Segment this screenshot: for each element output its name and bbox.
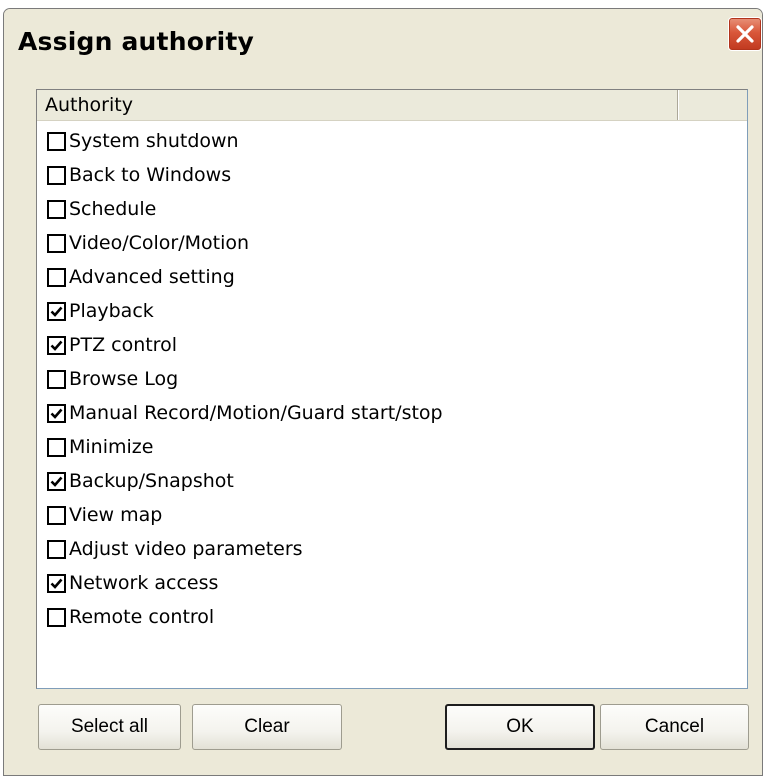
- close-button[interactable]: [728, 17, 762, 51]
- authority-checkbox[interactable]: [47, 403, 66, 423]
- checkmark-icon: [50, 578, 63, 589]
- list-item[interactable]: Video/Color/Motion: [47, 226, 747, 260]
- authority-label: Schedule: [69, 198, 157, 220]
- authority-checkbox[interactable]: [47, 539, 66, 559]
- authority-label: View map: [69, 504, 163, 526]
- list-item[interactable]: Minimize: [47, 430, 747, 464]
- authority-checkbox[interactable]: [47, 437, 66, 457]
- authority-label: Advanced setting: [69, 266, 235, 288]
- authority-label: Browse Log: [69, 368, 179, 390]
- checkmark-icon: [50, 408, 63, 419]
- checkmark-icon: [50, 306, 63, 317]
- title-bar[interactable]: Assign authority: [4, 9, 762, 69]
- authority-label: System shutdown: [69, 130, 239, 152]
- authority-checkbox[interactable]: [47, 233, 66, 253]
- list-item[interactable]: Browse Log: [47, 362, 747, 396]
- ok-button[interactable]: OK: [445, 704, 595, 750]
- authority-label: Adjust video parameters: [69, 538, 303, 560]
- authority-checkbox[interactable]: [47, 607, 66, 627]
- list-item[interactable]: Schedule: [47, 192, 747, 226]
- column-header-authority[interactable]: Authority: [37, 90, 678, 120]
- authority-checkbox[interactable]: [47, 301, 66, 321]
- cancel-button[interactable]: Cancel: [600, 704, 749, 750]
- authority-label: Video/Color/Motion: [69, 232, 250, 254]
- list-item[interactable]: System shutdown: [47, 124, 747, 158]
- list-item[interactable]: Network access: [47, 566, 747, 600]
- authority-items: System shutdown Back to Windows Schedule Vi…: [47, 124, 747, 634]
- list-item[interactable]: Playback: [47, 294, 747, 328]
- authority-label: Network access: [69, 572, 219, 594]
- authority-label: Remote control: [69, 606, 215, 628]
- column-header-extra[interactable]: [678, 90, 747, 120]
- list-item[interactable]: Remote control: [47, 600, 747, 634]
- authority-checkbox[interactable]: [47, 369, 66, 389]
- list-item[interactable]: Advanced setting: [47, 260, 747, 294]
- authority-checkbox[interactable]: [47, 573, 66, 593]
- list-item[interactable]: PTZ control: [47, 328, 747, 362]
- authority-label: Back to Windows: [69, 164, 232, 186]
- checkmark-icon: [50, 340, 63, 351]
- authority-checkbox[interactable]: [47, 199, 66, 219]
- list-header: Authority: [37, 90, 747, 121]
- assign-authority-dialog: Assign authority Authority System shutdo…: [3, 8, 763, 776]
- list-item[interactable]: Backup/Snapshot: [47, 464, 747, 498]
- authority-list[interactable]: Authority System shutdown Back to Windows…: [36, 89, 748, 689]
- dialog-title: Assign authority: [18, 27, 255, 56]
- list-item[interactable]: View map: [47, 498, 747, 532]
- list-item[interactable]: Back to Windows: [47, 158, 747, 192]
- clear-button[interactable]: Clear: [192, 704, 342, 750]
- authority-checkbox[interactable]: [47, 165, 66, 185]
- list-item[interactable]: Adjust video parameters: [47, 532, 747, 566]
- authority-label: Manual Record/Motion/Guard start/stop: [69, 402, 443, 424]
- list-item[interactable]: Manual Record/Motion/Guard start/stop: [47, 396, 747, 430]
- authority-checkbox[interactable]: [47, 505, 66, 525]
- authority-checkbox[interactable]: [47, 267, 66, 287]
- authority-label: Minimize: [69, 436, 154, 458]
- authority-label: Backup/Snapshot: [69, 470, 234, 492]
- checkmark-icon: [50, 476, 63, 487]
- authority-checkbox[interactable]: [47, 335, 66, 355]
- authority-label: Playback: [69, 300, 154, 322]
- select-all-button[interactable]: Select all: [38, 704, 181, 750]
- close-icon: [736, 25, 754, 43]
- authority-checkbox[interactable]: [47, 131, 66, 151]
- authority-label: PTZ control: [69, 334, 177, 356]
- authority-checkbox[interactable]: [47, 471, 66, 491]
